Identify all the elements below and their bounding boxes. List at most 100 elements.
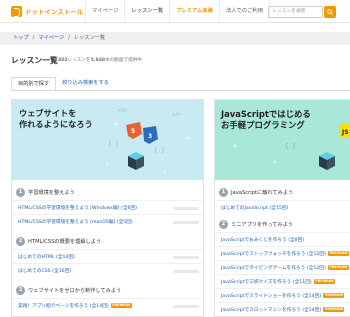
summary-text-tail: 本の動画で提供中 [105, 58, 142, 63]
divider [215, 274, 350, 275]
premium-badge: PREMIUM [323, 293, 345, 298]
progress-bar [173, 270, 199, 273]
section-title: ミニアプリを作ってみよう [231, 222, 293, 228]
card-hero[interactable]: ウェブサイトを 作れるようになろう <?> </> { } ( ) 5 3 [12, 100, 203, 180]
svg-text:3: 3 [148, 133, 152, 140]
nav-lessons[interactable]: レッスン一覧 [124, 0, 169, 22]
lesson-link[interactable]: JavaScriptでスロットマシンを作ろう (全14回) PREMIUM [221, 307, 345, 313]
logo-text: ドットインストール [25, 9, 84, 16]
section-header: 1 JavaScriptに触れてみよう [219, 188, 293, 197]
progress-bar [173, 221, 199, 224]
divider [12, 263, 203, 264]
tab-by-purpose[interactable]: 目的別で探す [11, 77, 57, 91]
lesson-count: (全14回) [302, 294, 322, 299]
lesson-link[interactable]: はじめてのCSS (全16回) [18, 268, 71, 274]
breadcrumb-separator: / [32, 35, 35, 41]
lesson-count: (全12回) [306, 266, 326, 271]
svg-text:( ): ( ) [108, 141, 119, 148]
lesson-title: はじめてのJavaScript [221, 206, 268, 211]
lesson-count: (全16回) [52, 269, 72, 274]
tab-bar: 目的別で探す 絞り込み検索をする [11, 77, 115, 91]
lesson-count: (全5回) [116, 220, 133, 225]
nav-premium[interactable]: プレミアム会員 [169, 0, 219, 22]
lesson-link[interactable]: はじめてのHTML (全14回) [18, 254, 75, 260]
premium-badge: PREMIUM [327, 265, 349, 270]
svg-text:{ }: { } [285, 143, 296, 150]
lesson-link[interactable]: JavaScriptでタイピングゲームを作ろう (全12回) PREMIUM [221, 265, 349, 271]
section-header: 2 ミニアプリを作ってみよう [219, 220, 293, 229]
tab-divider [11, 90, 350, 91]
search-input[interactable]: レッスンを検索 [268, 6, 323, 18]
section-header: 3 ウェブサイトをゼロから制作してみよう [16, 286, 121, 295]
top-header: ドットインストール マイページ レッスン一覧 プレミアム会員 法人でのご利用 レ… [0, 0, 350, 23]
lesson-link[interactable]: はじめてのJavaScript (全15回) [221, 205, 288, 211]
lesson-title: JavaScriptでストップウォッチを作ろう [221, 252, 306, 257]
breadcrumb: トップ / マイページ / レッスン一覧 [0, 32, 350, 45]
section-number: 1 [219, 188, 228, 197]
lesson-count: (全12回) [306, 252, 326, 257]
lesson-link[interactable]: JavaScriptで三択クイズを作ろう (全11回) PREMIUM [221, 279, 335, 285]
lesson-count: (全14回) [89, 304, 109, 309]
cube-icon [128, 152, 144, 170]
divider [12, 214, 203, 215]
lesson-link[interactable]: JavaScriptでおみくじを作ろう (全8回) [221, 237, 304, 243]
progress-bar [173, 256, 199, 259]
lesson-title: JavaScriptでタイピングゲームを作ろう [221, 266, 306, 271]
breadcrumb-top[interactable]: トップ [13, 32, 29, 45]
progress-bar [173, 305, 199, 308]
breadcrumb-current: レッスン一覧 [73, 35, 106, 41]
lesson-title: JavaScriptでおみくじを作ろう [221, 238, 287, 243]
lesson-link[interactable]: JavaScriptでストップウォッチを作ろう (全12回) PREMIUM [221, 251, 350, 257]
page-summary: 402レッスンを5,948本の動画で提供中 [58, 57, 142, 63]
lesson-count: 402 [58, 58, 68, 63]
divider [215, 302, 350, 303]
section-number: 2 [219, 220, 228, 229]
divider [12, 200, 203, 201]
summary-text: レッスンを [67, 58, 91, 63]
lesson-title: JavaScriptでスライドショーを作ろう [221, 294, 301, 299]
divider [12, 298, 203, 299]
logo-icon [11, 6, 22, 17]
javascript-icon: JS [339, 124, 350, 138]
svg-text:<?>: <?> [118, 108, 127, 114]
tab-filter-search[interactable]: 絞り込み検索をする [56, 77, 115, 91]
lesson-title: HTML/CSSの学習環境を整えよう [Windows編] [18, 206, 120, 211]
video-count: 5,948 [90, 58, 106, 63]
breadcrumb-mypage[interactable]: マイページ [38, 32, 64, 45]
svg-text:5: 5 [131, 128, 135, 135]
lesson-link[interactable]: JavaScriptでスライドショーを作ろう (全14回) PREMIUM [221, 293, 345, 299]
html5-icon: 5 [126, 122, 142, 139]
lesson-title: はじめてのHTML [18, 255, 55, 260]
nav-mypage[interactable]: マイページ [85, 0, 124, 22]
card-hero[interactable]: JavaScriptではじめる お手軽プログラミング { } JS [215, 100, 350, 180]
premium-badge: PREMIUM [110, 303, 132, 308]
lesson-link[interactable]: HTML/CSSの学習環境を整えよう [macOS編] (全5回) [18, 219, 133, 225]
css3-icon: 3 [143, 126, 158, 144]
section-header: 1 学習環境を整えよう [16, 188, 75, 197]
svg-text:{ }: { } [154, 147, 165, 154]
main-nav: マイページ レッスン一覧 プレミアム会員 法人でのご利用 [85, 0, 270, 22]
progress-bar [173, 207, 199, 210]
lesson-link[interactable]: HTML/CSSの学習環境を整えよう [Windows編] (全6回) [18, 205, 137, 211]
lesson-title: はじめてのCSS [18, 269, 51, 274]
section-header: 2 HTML/CSSの概要を理解しよう [16, 237, 101, 246]
lesson-count: (全14回) [55, 255, 75, 260]
lesson-title: 実践！アプリ紹介ページを作ろう [18, 304, 89, 309]
site-logo[interactable]: ドットインストール [11, 5, 83, 18]
lesson-count: (全15回) [269, 206, 289, 211]
search-icon [327, 9, 333, 15]
nav-business[interactable]: 法人でのご利用 [218, 0, 270, 22]
lesson-count: (全8回) [288, 238, 305, 243]
divider [215, 260, 350, 261]
lesson-link[interactable]: 実践！アプリ紹介ページを作ろう (全14回) PREMIUM [18, 303, 132, 309]
section-title: ウェブサイトをゼロから制作してみよう [28, 288, 122, 294]
breadcrumb-separator: / [68, 35, 70, 41]
divider [215, 246, 350, 247]
search-button[interactable] [324, 6, 336, 18]
lesson-title: JavaScriptで三択クイズを作ろう [221, 280, 292, 285]
lesson-count: (全14回) [302, 308, 322, 313]
premium-badge: PREMIUM [327, 251, 350, 256]
svg-text:</>: </> [172, 112, 181, 118]
premium-badge: PREMIUM [323, 307, 345, 312]
course-card-web: ウェブサイトを 作れるようになろう <?> </> { } ( ) 5 3 1 … [11, 99, 204, 317]
